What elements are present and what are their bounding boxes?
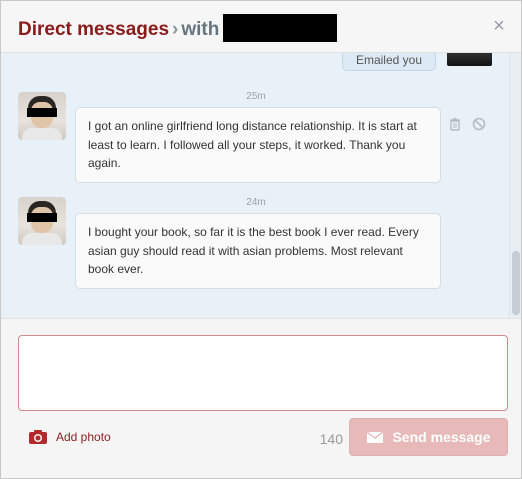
sent-message-text: Emailed you — [355, 53, 423, 67]
title-with: with — [181, 19, 220, 41]
add-photo-button[interactable]: Add photo — [28, 427, 111, 447]
message-text: I got an online girlfriend long distance… — [88, 119, 417, 170]
sender-avatar[interactable] — [18, 92, 66, 140]
sender-avatar[interactable] — [18, 197, 66, 245]
conversation-scrollbar[interactable] — [509, 53, 521, 318]
message-input[interactable] — [18, 335, 508, 411]
envelope-icon — [367, 431, 384, 443]
sent-message-bubble: Emailed you — [342, 53, 436, 71]
dialog-title: Direct messages › with — [18, 14, 338, 44]
add-photo-label: Add photo — [56, 430, 111, 444]
block-icon[interactable] — [472, 117, 486, 131]
dialog-header: Direct messages › with × — [1, 1, 521, 53]
own-avatar — [447, 53, 492, 66]
scrollbar-thumb[interactable] — [512, 251, 520, 315]
send-message-button[interactable]: Send message — [349, 418, 508, 456]
redacted-username — [223, 14, 338, 42]
message-composer: Add photo 140 Send message — [1, 318, 521, 478]
trash-icon[interactable] — [448, 117, 462, 131]
message-timestamp: 24m — [246, 197, 266, 208]
received-message-bubble: I got an online girlfriend long distance… — [75, 107, 441, 183]
character-counter: 140 — [319, 431, 343, 447]
title-direct-messages: Direct messages — [18, 19, 170, 41]
direct-messages-dialog: Direct messages › with × Emailed you 25m I… — [0, 0, 522, 479]
message-text: I bought your book, so far it is the bes… — [88, 225, 419, 276]
send-message-label: Send message — [392, 429, 491, 445]
close-button[interactable]: × — [489, 15, 509, 37]
received-message-bubble: I bought your book, so far it is the bes… — [75, 213, 441, 289]
close-icon: × — [493, 15, 505, 37]
message-timestamp: 25m — [246, 91, 266, 102]
title-separator: › — [172, 19, 179, 41]
conversation-thread[interactable]: Emailed you 25m I got an online girlfrie… — [1, 53, 509, 318]
message-actions — [448, 117, 486, 131]
camera-icon — [29, 430, 47, 444]
